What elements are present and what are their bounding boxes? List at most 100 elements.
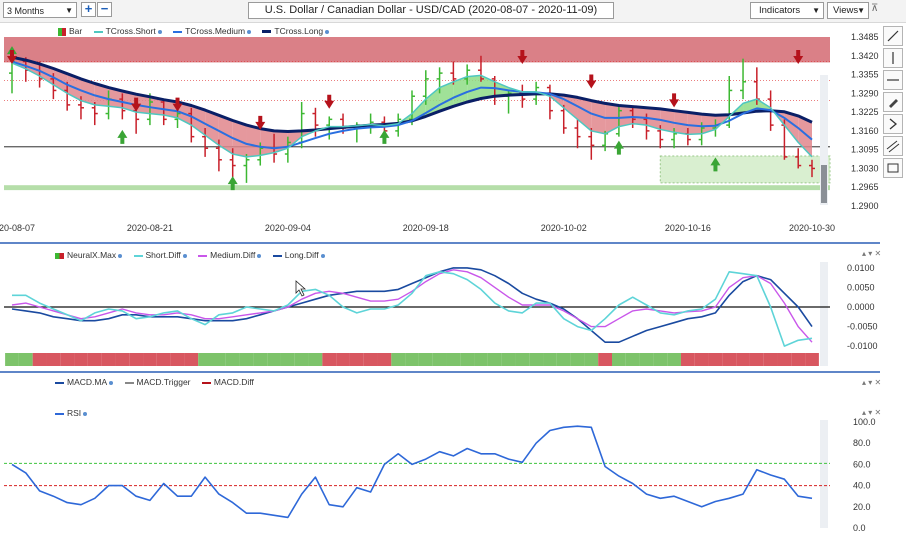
neuralx-max-block [598,353,612,366]
neuralx-max-block [474,353,488,366]
settings-dot-icon[interactable] [83,411,88,416]
tcross-long-swatch [262,30,272,34]
x-tick-label: 2020-10-16 [665,223,711,233]
neuralx-max-block [418,353,433,366]
legend-short-diff: Short.Diff [133,250,187,260]
legend-macd-diff-label: MACD.Diff [213,377,254,387]
settings-dot-icon[interactable] [325,29,330,34]
medium-diff-swatch [198,254,208,257]
neuralx-max-block [101,353,116,366]
settings-dot-icon[interactable] [157,29,162,34]
rsi-y-tick-label: 20.0 [853,502,871,512]
neuralx-max-block [556,353,571,366]
legend-neuralx-label: NeuralX.Max [67,250,117,260]
legend-tcross-long: TCross.Long [262,26,330,36]
neuralx-max-block [515,353,530,366]
panel-divider[interactable] [0,371,880,373]
settings-dot-icon[interactable] [320,253,325,258]
neuralx-max-block [170,353,185,366]
resistance-zone [4,37,830,63]
neuralx-max-block [487,353,502,366]
neuralx-max-block [777,353,792,366]
rsi-y-tick-label: 80.0 [853,438,871,448]
neuralx-max-block [239,353,254,366]
neuralx-max-block [60,353,75,366]
tcross-cloud-bear [246,125,261,157]
diff-y-tick-label: -0.0100 [847,341,878,351]
price-y-tick-label: 1.3290 [851,88,879,98]
price-y-tick-label: 1.3160 [851,126,879,136]
neuralx-max-block [129,353,144,366]
legend-medium-diff-label: Medium.Diff [210,250,256,260]
price-y-tick-label: 1.2900 [851,201,879,211]
x-tick-label: 2020-08-07 [0,223,35,233]
medium-diff-line [11,269,813,343]
neuralx-max-block [280,353,295,366]
settings-dot-icon[interactable] [257,253,262,258]
legend-tcross-long-label: TCross.Long [274,26,324,36]
price-y-tick-label: 1.3420 [851,51,879,61]
legend-macd-trigger-label: MACD.Trigger [136,377,191,387]
neuralx-max-block [156,353,171,366]
neuralx-max-block [322,353,337,366]
legend-long-diff: Long.Diff [272,250,325,260]
diff-y-tick-label: 0.0050 [847,282,875,292]
neuralx-max-block [446,353,461,366]
legend-tcross-short-label: TCross.Short [105,26,156,36]
neuralx-max-block [336,353,350,366]
bar-swatch [58,27,66,36]
neuralx-max-block [18,353,33,366]
legend-macd-trigger: MACD.Trigger [124,377,191,387]
neuralx-max-block [680,353,695,366]
neuralx-max-block [749,353,764,366]
macd-trigger-swatch [124,381,134,384]
rsi-y-tick-label: 0.0 [853,523,866,533]
neuralx-max-block [5,353,19,366]
neuralx-max-block [694,353,709,366]
legend-long-diff-label: Long.Diff [284,250,319,260]
panel-controls[interactable]: ▴ ▾ ✕ [862,378,881,387]
long-diff-line [11,267,813,343]
settings-dot-icon[interactable] [182,253,187,258]
x-tick-label: 2020-09-04 [265,223,311,233]
diff-legend: NeuralX.Max Short.Diff Medium.Diff Long.… [55,250,334,260]
neuralx-max-block [46,353,61,366]
x-tick-label: 2020-10-02 [541,223,587,233]
settings-dot-icon[interactable] [247,29,252,34]
neuralx-max-block [391,353,406,366]
neuralx-max-block [198,353,212,366]
support-box [659,155,831,184]
neuralx-max-block [405,353,419,366]
neuralx-max-block [736,353,750,366]
tcross-cloud-bear [687,112,702,135]
macd-legend: MACD.MA MACD.Trigger MACD.Diff [55,377,263,387]
neuralx-max-block [349,353,364,366]
neuralx-max-block [722,353,737,366]
legend-macd-diff: MACD.Diff [201,377,254,387]
tcross-short-swatch [93,30,103,33]
legend-rsi-label: RSI [67,408,82,418]
chart-canvas[interactable]: 1.3485 1.3420 1.3355 1.3290 1.3225 1.3160 1.30… [0,0,906,534]
legend-rsi: RSI [55,408,88,418]
diff-scroll-track [820,262,828,366]
rsi-y-tick-label: 40.0 [853,481,871,491]
x-tick-label: 2020-10-30 [789,223,835,233]
support-zone [4,185,830,191]
x-tick-label: 2020-09-18 [403,223,449,233]
neuralx-max-block [87,353,102,366]
neuralx-max-block [584,353,599,366]
panel-controls[interactable]: ▴ ▾ ✕ [862,249,881,258]
neuralx-max-block [625,353,640,366]
legend-bar: Bar [58,26,82,36]
panel-controls[interactable]: ▴ ▾ ✕ [862,408,881,417]
neuralx-max-block [543,353,557,366]
settings-dot-icon[interactable] [109,380,114,385]
tcross-cloud-bear [632,106,647,126]
legend-tcross-medium-label: TCross.Medium [185,26,246,36]
neuralx-max-block [294,353,309,366]
settings-dot-icon[interactable] [118,253,123,258]
panel-divider[interactable] [0,242,880,244]
diff-y-tick-label: -0.0050 [847,322,878,332]
macd-diff-swatch [201,381,211,384]
neuralx-max-block [639,353,654,366]
